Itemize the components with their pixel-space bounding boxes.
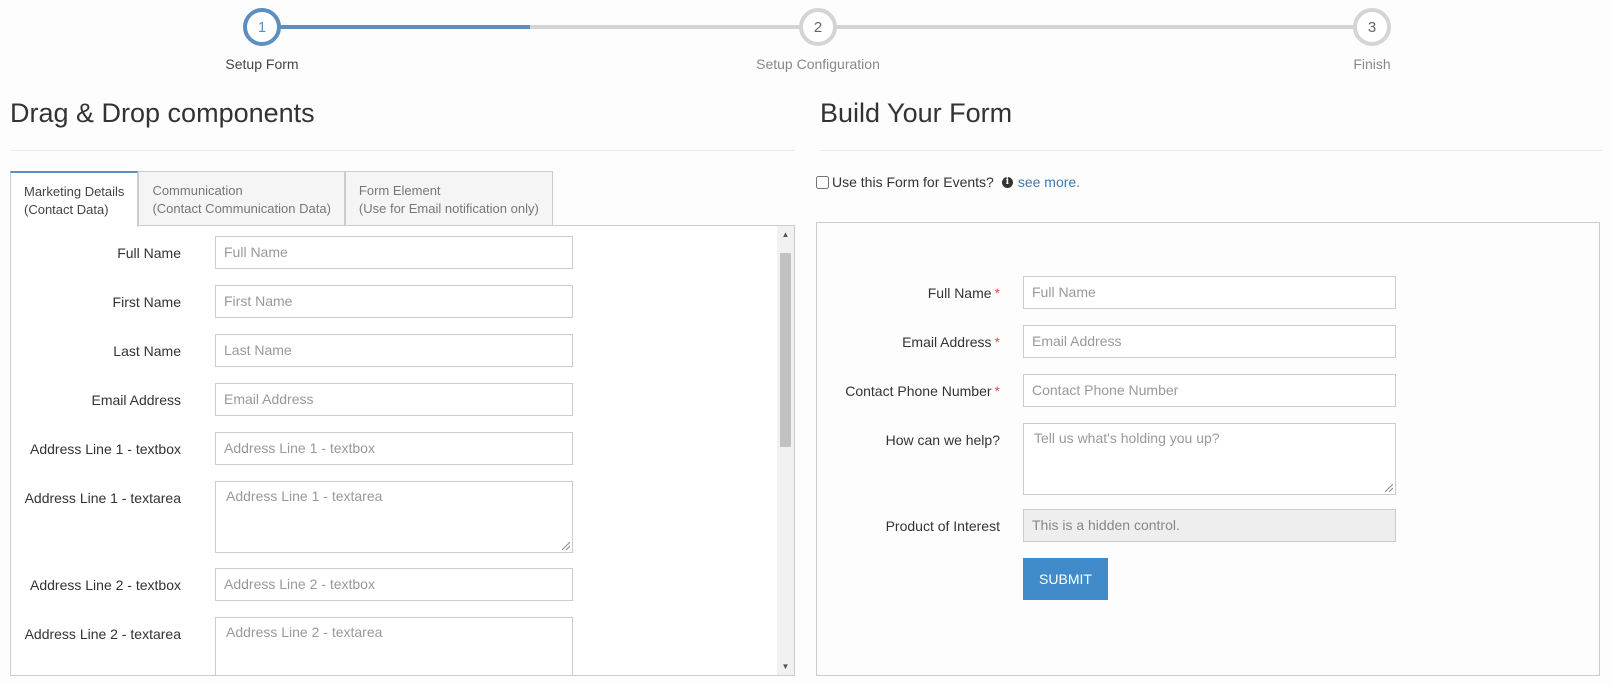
scroll-down-arrow-icon[interactable]: ▼ <box>777 658 794 675</box>
component-tabs: Marketing Details (Contact Data) Communi… <box>10 171 553 227</box>
email-input[interactable]: Email Address <box>1023 325 1396 358</box>
wizard-step-setup-configuration[interactable]: 2 Setup Configuration <box>718 8 918 72</box>
progress-track-pending <box>530 25 1372 29</box>
see-more-link[interactable]: see more. <box>1018 174 1080 190</box>
component-label: Address Line 2 - textbox <box>30 577 181 593</box>
tab-marketing-details[interactable]: Marketing Details (Contact Data) <box>10 171 139 227</box>
component-input[interactable]: Full Name <box>215 236 573 269</box>
phone-input[interactable]: Contact Phone Number <box>1023 374 1396 407</box>
step-number: 2 <box>799 8 837 46</box>
textarea-placeholder: Tell us what's holding you up? <box>1034 430 1220 446</box>
component-label: Email Address <box>91 392 181 408</box>
wizard-step-finish[interactable]: 3 Finish <box>1272 8 1472 72</box>
tab-form-element[interactable]: Form Element (Use for Email notification… <box>344 171 553 226</box>
component-label: Address Line 1 - textarea <box>24 490 181 506</box>
divider <box>10 150 795 151</box>
tab-title: Marketing Details <box>24 184 125 199</box>
tab-communication[interactable]: Communication (Contact Communication Dat… <box>138 171 345 226</box>
required-marker: * <box>994 285 1000 301</box>
step-label: Setup Form <box>225 56 299 72</box>
textarea-placeholder: Address Line 1 - textarea <box>226 488 383 504</box>
divider <box>820 150 1602 151</box>
tab-subtitle: (Contact Data) <box>24 202 109 217</box>
component-label: First Name <box>112 294 181 310</box>
component-input[interactable]: Address Line 2 - textbox <box>215 568 573 601</box>
step-label: Finish <box>1353 56 1391 72</box>
wizard-progress: 1 Setup Form 2 Setup Configuration 3 Fin… <box>0 0 1612 80</box>
full-name-input[interactable]: Full Name <box>1023 276 1396 309</box>
step-label: Setup Configuration <box>756 56 880 72</box>
required-marker: * <box>994 334 1000 350</box>
form-builder-canvas[interactable]: Full Name * Full Name Email Address * Emai… <box>816 222 1600 676</box>
component-input[interactable]: Email Address <box>215 383 573 416</box>
tab-subtitle: (Contact Communication Data) <box>152 201 331 216</box>
required-marker: * <box>994 383 1000 399</box>
step-number: 1 <box>243 8 281 46</box>
build-form-section-title: Build Your Form <box>820 98 1013 128</box>
components-list: Full Name Full Name First Name First Nam… <box>10 225 795 676</box>
component-textarea[interactable]: Address Line 2 - textarea <box>215 617 573 675</box>
textarea-placeholder: Address Line 2 - textarea <box>226 624 383 640</box>
scroll-up-arrow-icon[interactable]: ▲ <box>777 226 794 243</box>
component-label: Last Name <box>113 343 181 359</box>
component-label: Address Line 2 - textarea <box>24 626 181 642</box>
component-input[interactable]: First Name <box>215 285 573 318</box>
tab-subtitle: (Use for Email notification only) <box>358 201 539 216</box>
submit-button[interactable]: SUBMIT <box>1023 558 1108 600</box>
component-input[interactable]: Last Name <box>215 334 573 367</box>
field-label: Email Address * <box>902 334 1000 350</box>
step-number: 3 <box>1353 8 1391 46</box>
resize-grip-icon[interactable] <box>562 542 570 550</box>
events-option: Use this Form for Events? i see more. <box>816 174 1080 190</box>
field-label: How can we help? <box>885 432 1000 448</box>
product-of-interest-hidden-input: This is a hidden control. <box>1023 509 1396 542</box>
component-label: Address Line 1 - textbox <box>30 441 181 457</box>
info-circle-icon: i <box>1001 176 1013 188</box>
vertical-scrollbar[interactable]: ▲ ▼ <box>777 226 794 675</box>
field-label: Contact Phone Number * <box>845 383 1000 399</box>
help-textarea[interactable]: Tell us what's holding you up? <box>1023 423 1396 495</box>
component-input[interactable]: Address Line 1 - textbox <box>215 432 573 465</box>
field-label: Product of Interest <box>885 518 1000 534</box>
component-textarea[interactable]: Address Line 1 - textarea <box>215 481 573 553</box>
wizard-step-setup-form[interactable]: 1 Setup Form <box>162 8 362 72</box>
scrollbar-thumb[interactable] <box>780 253 791 447</box>
events-checkbox-label[interactable]: Use this Form for Events? <box>832 174 994 190</box>
tab-title: Form Element <box>358 183 441 198</box>
component-label: Full Name <box>117 245 181 261</box>
use-for-events-checkbox[interactable] <box>816 175 829 189</box>
tab-title: Communication <box>152 183 243 198</box>
components-section-title: Drag & Drop components <box>10 98 315 128</box>
field-label: Full Name * <box>927 285 1000 301</box>
resize-grip-icon[interactable] <box>1385 484 1393 492</box>
